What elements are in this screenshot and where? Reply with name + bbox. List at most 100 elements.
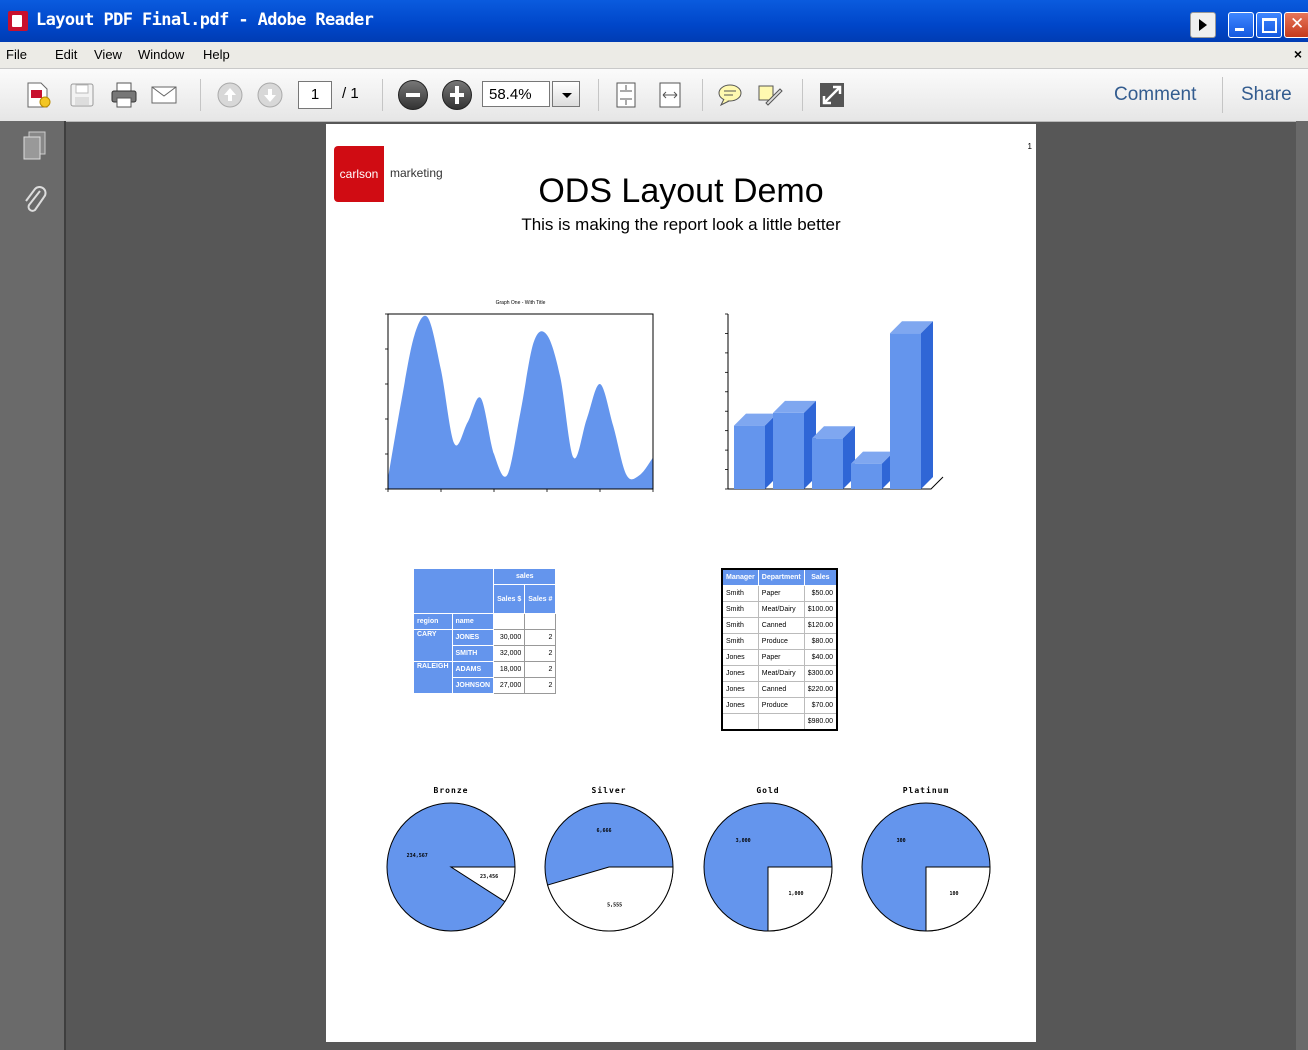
carlson-marketing-logo: carlson marketing xyxy=(334,146,444,202)
comment-button[interactable]: Comment xyxy=(1114,84,1196,106)
pie-svg: 300 100 xyxy=(861,802,991,932)
logo-red-text: carlson xyxy=(334,146,384,202)
column-header: Manager xyxy=(721,568,759,586)
pie-title: Silver xyxy=(591,786,627,795)
next-page-icon[interactable] xyxy=(256,81,284,109)
pie-chart-bronze: Bronze 234,567 23,456 xyxy=(384,786,518,940)
table-cell: $220.00 xyxy=(803,681,838,698)
window-title: Layout PDF Final.pdf - Adobe Reader xyxy=(36,10,374,30)
fullscreen-icon[interactable] xyxy=(818,81,846,109)
menu-bar: File Edit View Window Help × xyxy=(0,42,1308,69)
table-cell: Jones xyxy=(721,681,759,698)
logo-text: marketing xyxy=(390,166,443,180)
table-cell: $300.00 xyxy=(803,665,838,682)
column-header: name xyxy=(451,613,495,630)
table-cell: $40.00 xyxy=(803,649,838,666)
table-row: Jones Paper $40.00 xyxy=(721,649,838,666)
chart-title: Graph One - With Title xyxy=(496,300,546,306)
zoom-input[interactable]: 58.4% xyxy=(482,81,550,107)
report-subtitle: This is making the report look a little … xyxy=(521,215,841,234)
minimize-button[interactable] xyxy=(1228,12,1254,38)
page-number-label: 1 xyxy=(1027,142,1032,151)
menu-window[interactable]: Window xyxy=(138,47,184,62)
navigation-panel xyxy=(0,121,66,1050)
print-icon[interactable] xyxy=(110,81,138,109)
close-document-button[interactable]: × xyxy=(1294,46,1302,62)
menu-edit[interactable]: Edit xyxy=(55,47,77,62)
expand-icon[interactable] xyxy=(1190,12,1216,38)
slice-label: 23,456 xyxy=(480,874,498,880)
save-icon[interactable] xyxy=(68,81,96,109)
bar xyxy=(812,426,855,489)
pie-svg: 3,000 1,000 xyxy=(703,802,833,932)
zoom-dropdown-button[interactable] xyxy=(552,81,580,107)
area-series xyxy=(388,315,653,489)
column-header: Sales xyxy=(803,568,838,586)
menu-view[interactable]: View xyxy=(94,47,122,62)
table-row: $980.00 xyxy=(721,713,838,731)
page-count: / 1 xyxy=(342,85,359,102)
close-button[interactable] xyxy=(1284,12,1308,38)
maximize-button[interactable] xyxy=(1256,12,1282,38)
bar-chart-3d xyxy=(725,313,944,490)
slice-label: 234,567 xyxy=(407,853,428,859)
pdf-page: 1 carlson marketing ODS Layout Demo This… xyxy=(326,124,1036,1042)
slice-label: 3,000 xyxy=(736,838,751,844)
pie-chart-platinum: Platinum 300 100 xyxy=(859,786,993,940)
table-row: RALEIGH ADAMS 18,000 2 xyxy=(413,661,557,694)
pie-title: Gold xyxy=(756,786,780,795)
sign-icon[interactable] xyxy=(756,81,784,109)
zoom-out-icon[interactable] xyxy=(398,80,428,110)
table-cell: $50.00 xyxy=(803,585,838,602)
table-cell: Jones xyxy=(721,697,759,714)
table-row: Smith Produce $80.00 xyxy=(721,633,838,650)
table-cell: $980.00 xyxy=(803,713,838,731)
table-cell: Canned xyxy=(757,617,805,634)
table-row: Smith Paper $50.00 xyxy=(721,585,838,602)
page-number-input[interactable]: 1 xyxy=(298,81,332,109)
prev-page-icon[interactable] xyxy=(216,81,244,109)
table-cell: $100.00 xyxy=(803,601,838,618)
attachment-icon[interactable] xyxy=(22,185,48,219)
toolbar: 1 / 1 58.4% Comment Share xyxy=(0,69,1308,122)
bar xyxy=(851,451,894,489)
table-row: Smith Canned $120.00 xyxy=(721,617,838,634)
sales-span-header: sales xyxy=(493,568,557,585)
pie-chart-gold: Gold 3,000 1,000 xyxy=(701,786,835,940)
table-cell: Paper xyxy=(757,585,805,602)
table-cell: $120.00 xyxy=(803,617,838,634)
pie-svg: 234,567 23,456 xyxy=(386,802,516,932)
report-title: ODS Layout Demo xyxy=(538,172,824,210)
column-header: Sales $ xyxy=(493,584,526,614)
pages-icon[interactable] xyxy=(22,131,48,161)
fit-page-icon[interactable] xyxy=(612,81,640,109)
create-pdf-icon[interactable] xyxy=(24,81,52,109)
table-cell: $70.00 xyxy=(803,697,838,714)
title-bar: Layout PDF Final.pdf - Adobe Reader xyxy=(0,0,1308,42)
menu-file[interactable]: File xyxy=(6,47,27,62)
column-header: Sales # xyxy=(524,584,557,614)
slice-label: 1,000 xyxy=(789,891,804,897)
slice-label: 300 xyxy=(897,838,906,844)
table-cell: Canned xyxy=(757,681,805,698)
table-cell: Smith xyxy=(721,617,759,634)
vertical-scrollbar[interactable] xyxy=(1296,121,1308,1050)
table-cell: $80.00 xyxy=(803,633,838,650)
table-cell: Produce xyxy=(757,633,805,650)
table-cell: Paper xyxy=(757,649,805,666)
table-cell: Jones xyxy=(721,665,759,682)
table-row: Jones Canned $220.00 xyxy=(721,681,838,698)
table-cell: Produce xyxy=(757,697,805,714)
fit-width-icon[interactable] xyxy=(656,81,684,109)
menu-help[interactable]: Help xyxy=(203,47,230,62)
zoom-in-icon[interactable] xyxy=(442,80,472,110)
pie-svg: 6,666 5,555 xyxy=(544,802,674,932)
share-button[interactable]: Share xyxy=(1241,84,1292,106)
comment-bubble-icon[interactable] xyxy=(716,81,744,109)
table-row: CARY JONES 30,000 2 xyxy=(413,629,557,662)
bar xyxy=(734,413,777,489)
table-cell: Smith xyxy=(721,601,759,618)
table-row: Smith Meat/Dairy $100.00 xyxy=(721,601,838,618)
table-cell xyxy=(757,713,805,731)
email-icon[interactable] xyxy=(150,81,178,109)
